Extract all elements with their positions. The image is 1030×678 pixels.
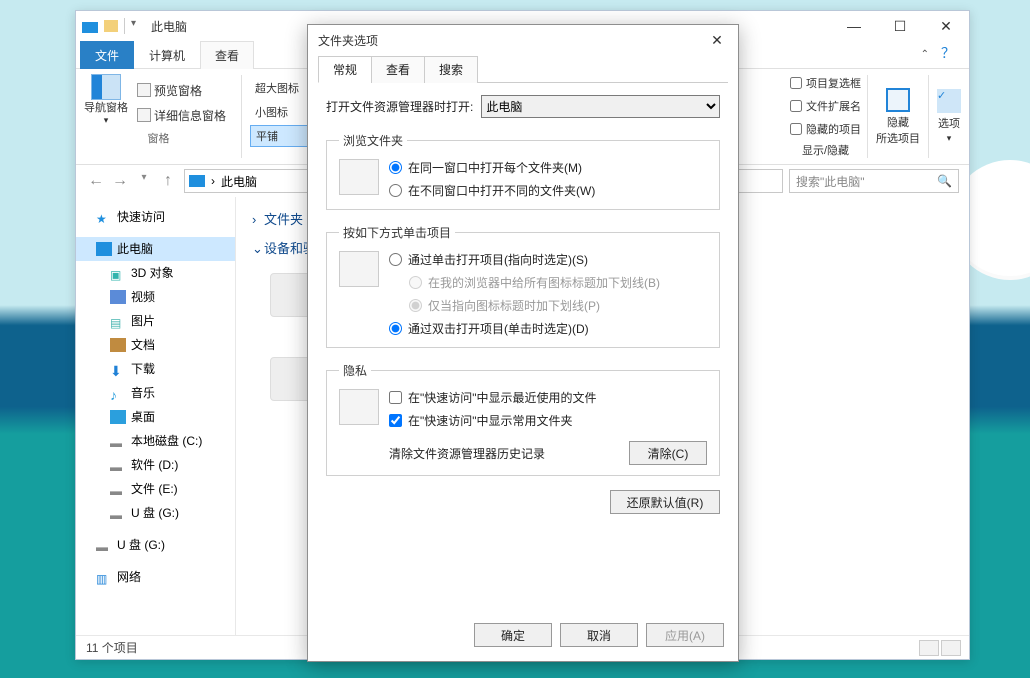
- click-thumb-icon: [339, 251, 379, 287]
- sidebar-item-downloads[interactable]: 下载: [76, 357, 235, 381]
- chk-extensions[interactable]: 文件扩展名: [790, 96, 861, 116]
- radio-same-window[interactable]: 在同一窗口中打开每个文件夹(M): [389, 159, 595, 176]
- chk-checkboxes[interactable]: 项目复选框: [790, 73, 861, 93]
- tab-file[interactable]: 文件: [80, 41, 134, 69]
- sidebar-item-thispc[interactable]: 此电脑: [76, 237, 235, 261]
- apply-button[interactable]: 应用(A): [646, 623, 724, 647]
- open-with-select[interactable]: 此电脑: [481, 95, 720, 118]
- search-input[interactable]: 搜索"此电脑" 🔍: [789, 169, 959, 193]
- tab-view[interactable]: 查看: [200, 41, 254, 69]
- minimize-button[interactable]: —: [831, 11, 877, 41]
- search-icon: 🔍: [937, 174, 952, 188]
- privacy-thumb-icon: [339, 389, 379, 425]
- dialog-title: 文件夹选项 ✕: [308, 25, 738, 55]
- sidebar-item-g2[interactable]: U 盘 (G:): [76, 533, 235, 557]
- nav-tree: ★快速访问 此电脑 3D 对象 视频 图片 文档 下载 音乐 桌面 本地磁盘 (…: [76, 197, 236, 635]
- folder-options-dialog: 文件夹选项 ✕ 常规 查看 搜索 打开文件资源管理器时打开: 此电脑 浏览文件夹…: [307, 24, 739, 662]
- radio-double-click[interactable]: 通过双击打开项目(单击时选定)(D): [389, 320, 660, 337]
- sidebar-item-d[interactable]: 软件 (D:): [76, 453, 235, 477]
- sidebar-item-g[interactable]: U 盘 (G:): [76, 501, 235, 525]
- radio-new-window[interactable]: 在不同窗口中打开不同的文件夹(W): [389, 182, 595, 199]
- sidebar-item-desktop[interactable]: 桌面: [76, 405, 235, 429]
- cancel-button[interactable]: 取消: [560, 623, 638, 647]
- sidebar-item-c[interactable]: 本地磁盘 (C:): [76, 429, 235, 453]
- browse-folders-group: 浏览文件夹 在同一窗口中打开每个文件夹(M) 在不同窗口中打开不同的文件夹(W): [326, 132, 720, 210]
- sidebar-item-pictures[interactable]: 图片: [76, 309, 235, 333]
- sidebar-item-e[interactable]: 文件 (E:): [76, 477, 235, 501]
- pc-icon: [82, 22, 98, 33]
- close-button[interactable]: ✕: [923, 11, 969, 41]
- sidebar-item-quick[interactable]: ★快速访问: [76, 205, 235, 229]
- nav-up-icon[interactable]: ↑: [158, 172, 178, 190]
- view-details-icon[interactable]: [919, 640, 939, 656]
- sidebar-item-videos[interactable]: 视频: [76, 285, 235, 309]
- clear-history-label: 清除文件资源管理器历史记录: [389, 445, 545, 462]
- nav-forward-icon[interactable]: →: [110, 172, 130, 190]
- dialog-close-button[interactable]: ✕: [696, 25, 738, 55]
- folder-icon: [104, 20, 118, 32]
- sidebar-item-network[interactable]: 网络: [76, 565, 235, 589]
- sidebar-item-3d[interactable]: 3D 对象: [76, 261, 235, 285]
- maximize-button[interactable]: ☐: [877, 11, 923, 41]
- sidebar-item-documents[interactable]: 文档: [76, 333, 235, 357]
- clear-button[interactable]: 清除(C): [629, 441, 707, 465]
- chk-hidden[interactable]: 隐藏的项目: [790, 119, 861, 139]
- dropdown-icon[interactable]: ▾: [131, 18, 141, 34]
- dtab-view[interactable]: 查看: [371, 56, 425, 83]
- chk-frequent-folders[interactable]: 在"快速访问"中显示常用文件夹: [389, 412, 707, 429]
- ok-button[interactable]: 确定: [474, 623, 552, 647]
- tab-computer[interactable]: 计算机: [134, 41, 200, 69]
- view-tiles-icon[interactable]: [941, 640, 961, 656]
- radio-underline-all: 在我的浏览器中给所有图标标题加下划线(B): [389, 274, 660, 291]
- browse-thumb-icon: [339, 159, 379, 195]
- restore-defaults-button[interactable]: 还原默认值(R): [610, 490, 720, 514]
- details-pane-button[interactable]: 详细信息窗格: [134, 104, 229, 126]
- chk-recent-files[interactable]: 在"快速访问"中显示最近使用的文件: [389, 389, 707, 406]
- radio-single-click[interactable]: 通过单击打开项目(指向时选定)(S): [389, 251, 660, 268]
- click-items-group: 按如下方式单击项目 通过单击打开项目(指向时选定)(S) 在我的浏览器中给所有图…: [326, 224, 720, 348]
- dtab-search[interactable]: 搜索: [424, 56, 478, 83]
- options-button[interactable]: 选项 ▾: [929, 69, 969, 164]
- window-title: 此电脑: [151, 18, 187, 35]
- nav-history-icon[interactable]: ▾: [134, 172, 154, 190]
- pc-icon: [189, 175, 205, 187]
- divider-icon: [124, 18, 125, 34]
- collapse-ribbon-icon[interactable]: ⌃: [921, 49, 929, 60]
- privacy-group: 隐私 在"快速访问"中显示最近使用的文件 在"快速访问"中显示常用文件夹 清除文…: [326, 362, 720, 476]
- preview-pane-button[interactable]: 预览窗格: [134, 79, 229, 101]
- radio-underline-hover: 仅当指向图标标题时加下划线(P): [389, 297, 660, 314]
- hide-selected-button[interactable]: 隐藏 所选项目: [868, 69, 928, 164]
- help-icon[interactable]: ？: [941, 43, 955, 63]
- sidebar-item-music[interactable]: 音乐: [76, 381, 235, 405]
- dtab-general[interactable]: 常规: [318, 56, 372, 83]
- open-with-label: 打开文件资源管理器时打开:: [326, 98, 473, 115]
- nav-pane-button[interactable]: 导航窗格 ▾: [84, 73, 128, 126]
- nav-back-icon[interactable]: ←: [86, 172, 106, 190]
